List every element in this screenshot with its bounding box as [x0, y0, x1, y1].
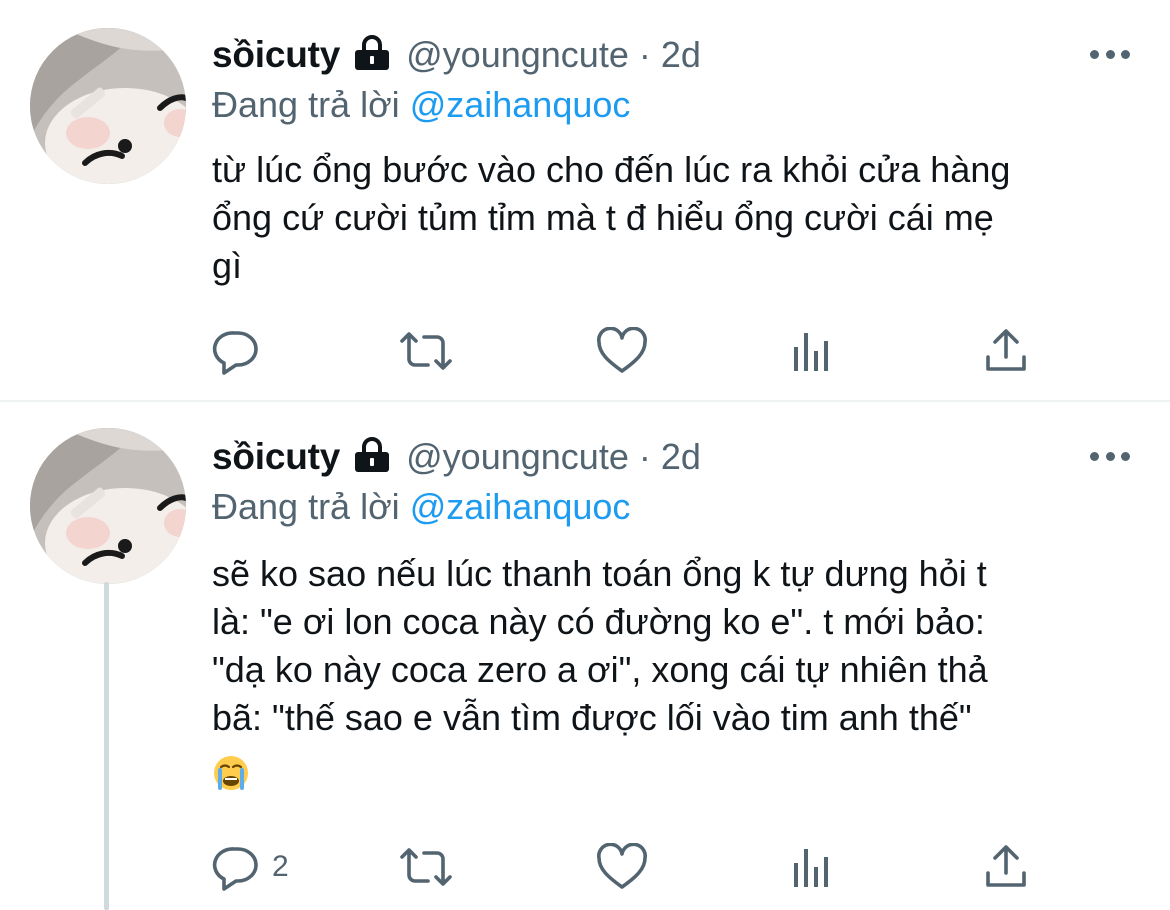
share-icon — [982, 327, 1030, 375]
tweet[interactable]: sồicuty @youngncute · 2d Đang trả lời @z… — [0, 402, 1170, 910]
lock-icon — [352, 437, 392, 478]
tweet[interactable]: sồicuty @youngncute · 2d Đang trả lời @z… — [0, 0, 1170, 400]
reply-icon — [212, 327, 260, 375]
action-bar: 2 — [212, 842, 1042, 892]
analytics-icon — [790, 843, 834, 891]
crying-face-emoji-icon — [212, 754, 250, 792]
reply-button[interactable] — [212, 326, 272, 376]
analytics-button[interactable] — [790, 842, 834, 892]
more-icon[interactable] — [1090, 446, 1130, 466]
more-icon[interactable] — [1090, 44, 1130, 64]
thread-line — [104, 582, 109, 910]
like-button[interactable] — [596, 842, 648, 892]
like-icon — [596, 843, 648, 891]
timestamp[interactable]: 2d — [661, 34, 701, 76]
action-bar — [212, 326, 1042, 376]
reply-mention[interactable]: @zaihanquoc — [410, 84, 631, 125]
author-name[interactable]: sồicuty — [212, 436, 340, 478]
timestamp[interactable]: 2d — [661, 436, 701, 478]
separator-dot: · — [638, 436, 651, 477]
tweet-header: sồicuty @youngncute · 2d — [212, 434, 701, 480]
analytics-button[interactable] — [790, 326, 834, 376]
tweet-text: từ lúc ổng bước vào cho đến lúc ra khỏi … — [212, 149, 1011, 286]
reply-prefix: Đang trả lời — [212, 84, 400, 125]
reply-mention[interactable]: @zaihanquoc — [410, 486, 631, 527]
replying-to: Đang trả lời @zaihanquoc — [212, 84, 630, 126]
author-handle[interactable]: @youngncute — [406, 436, 629, 478]
author-handle[interactable]: @youngncute — [406, 34, 629, 76]
reply-button[interactable]: 2 — [212, 842, 289, 892]
avatar[interactable] — [30, 28, 186, 184]
retweet-button[interactable] — [398, 326, 454, 376]
retweet-button[interactable] — [398, 842, 454, 892]
separator-dot: · — [638, 34, 651, 75]
like-button[interactable] — [596, 326, 648, 376]
lock-icon — [352, 35, 392, 76]
analytics-icon — [790, 327, 834, 375]
retweet-icon — [398, 327, 454, 375]
share-button[interactable] — [982, 326, 1030, 376]
like-icon — [596, 327, 648, 375]
share-button[interactable] — [982, 842, 1030, 892]
tweet-text: sẽ ko sao nếu lúc thanh toán ổng k tự dư… — [212, 553, 988, 738]
share-icon — [982, 843, 1030, 891]
author-name[interactable]: sồicuty — [212, 34, 340, 76]
tweet-header: sồicuty @youngncute · 2d — [212, 32, 701, 78]
reply-count: 2 — [272, 850, 289, 883]
reply-prefix: Đang trả lời — [212, 486, 400, 527]
retweet-icon — [398, 843, 454, 891]
reply-icon — [212, 843, 260, 891]
replying-to: Đang trả lời @zaihanquoc — [212, 486, 630, 528]
avatar[interactable] — [30, 428, 186, 584]
